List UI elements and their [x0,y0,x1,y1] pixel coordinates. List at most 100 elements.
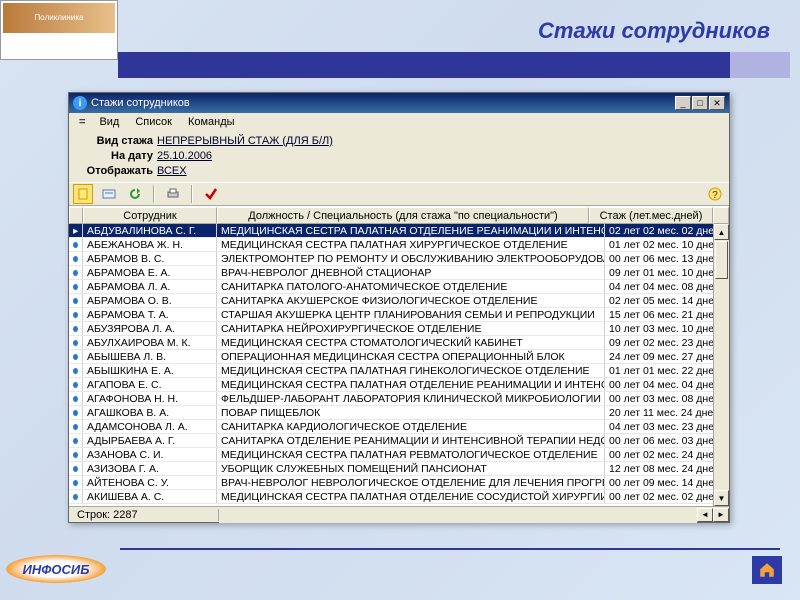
table-row[interactable]: АКИШЕВА А. С.МЕДИЦИНСКАЯ СЕСТРА ПАЛАТНАЯ… [69,490,729,504]
filters-panel: Вид стажа НЕПРЕРЫВНЫЙ СТАЖ (ДЛЯ Б/Л) На … [69,131,729,182]
scroll-down-button[interactable]: ▼ [714,490,729,506]
cell-position: САНИТАРКА ПАТОЛОГО-АНАТОМИЧЕСКОЕ ОТДЕЛЕН… [217,280,605,293]
cell-experience: 00 лет 06 мес. 03 дней [605,434,729,447]
table-row[interactable]: АБЫШКИНА Е. А.МЕДИЦИНСКАЯ СЕСТРА ПАЛАТНА… [69,364,729,378]
cell-employee: АБЫШКИНА Е. А. [83,364,217,377]
row-marker [69,420,83,433]
hscroll-right-button[interactable]: ► [713,508,729,522]
table-row[interactable]: АБРАМОВА Е. А.ВРАЧ-НЕВРОЛОГ ДНЕВНОЙ СТАЦ… [69,266,729,280]
menubar: = Вид Список Команды [69,113,729,131]
cell-experience: 24 лет 09 мес. 27 дней [605,350,729,363]
hscroll-track[interactable] [219,507,697,523]
row-marker [69,490,83,503]
row-count-label: Строк: [77,509,110,521]
table-row[interactable]: АБРАМОВА Л. А.САНИТАРКА ПАТОЛОГО-АНАТОМИ… [69,280,729,294]
row-marker [69,476,83,489]
page-title: Стажи сотрудников [538,18,770,44]
cell-position: СТАРШАЯ АКУШЕРКА ЦЕНТР ПЛАНИРОВАНИЯ СЕМЬ… [217,308,605,321]
table-row[interactable]: АБРАМОВ В. С.ЭЛЕКТРОМОНТЕР ПО РЕМОНТУ И … [69,252,729,266]
table-row[interactable]: АГАФОНОВА Н. Н.ФЕЛЬДШЕР-ЛАБОРАНТ ЛАБОРАТ… [69,392,729,406]
table-row[interactable]: АЗИЗОВА Г. А.УБОРЩИК СЛУЖЕБНЫХ ПОМЕЩЕНИЙ… [69,462,729,476]
table-row[interactable]: АДАМСОНОВА Л. А.САНИТАРКА КАРДИОЛОГИЧЕСК… [69,420,729,434]
cell-position: МЕДИЦИНСКАЯ СЕСТРА ПАЛАТНАЯ РЕВМАТОЛОГИЧ… [217,448,605,461]
toolbar-print-button[interactable] [163,184,183,204]
toolbar: ? [69,182,729,206]
cell-experience: 09 лет 01 мес. 10 дней [605,266,729,279]
table-row[interactable]: АБРАМОВА Т. А.СТАРШАЯ АКУШЕРКА ЦЕНТР ПЛА… [69,308,729,322]
scroll-thumb[interactable] [715,241,728,279]
table-row[interactable]: АБУЛХАИРОВА М. К.МЕДИЦИНСКАЯ СЕСТРА СТОМ… [69,336,729,350]
minimize-button[interactable]: _ [675,96,691,110]
table-row[interactable]: АБЕЖАНОВА Ж. Н.МЕДИЦИНСКАЯ СЕСТРА ПАЛАТН… [69,238,729,252]
filter-show-value[interactable]: ВСЕХ [157,165,187,177]
vertical-scrollbar[interactable]: ▲ ▼ [713,224,729,506]
row-marker [69,238,83,251]
toolbar-refresh-button[interactable] [125,184,145,204]
footer-brand-text: ИНФОСИБ [6,555,106,583]
close-button[interactable]: ✕ [709,96,725,110]
col-experience[interactable]: Стаж (лет.мес.дней) [589,207,713,224]
cell-experience: 00 лет 02 мес. 02 дней [605,490,729,503]
toolbar-card-button[interactable] [99,184,119,204]
grid-header: Сотрудник Должность / Специальность (для… [69,206,729,224]
cell-employee: АБДУВАЛИНОВА С. Г. [83,224,217,237]
col-employee[interactable]: Сотрудник [83,207,217,224]
table-row[interactable]: АДЫРБАЕВА А. Г.САНИТАРКА ОТДЕЛЕНИЕ РЕАНИ… [69,434,729,448]
row-marker [69,406,83,419]
cell-position: МЕДИЦИНСКАЯ СЕСТРА ПАЛАТНАЯ ОТДЕЛЕНИЕ РЕ… [217,224,605,237]
cell-experience: 04 лет 04 мес. 08 дней [605,280,729,293]
hscroll-left-button[interactable]: ◄ [697,508,713,522]
cell-position: САНИТАРКА ОТДЕЛЕНИЕ РЕАНИМАЦИИ И ИНТЕНСИ… [217,434,605,447]
col-scroll-corner [713,207,729,224]
table-row[interactable]: АБРАМОВА О. В.САНИТАРКА АКУШЕРСКОЕ ФИЗИО… [69,294,729,308]
cell-employee: АЙТЕНОВА С. У. [83,476,217,489]
menu-view[interactable]: Вид [91,115,127,129]
row-marker [69,462,83,475]
table-row[interactable]: АБЫШЕВА Л. В.ОПЕРАЦИОННАЯ МЕДИЦИНСКАЯ СЕ… [69,350,729,364]
titlebar[interactable]: i Стажи сотрудников _ □ ✕ [69,93,729,113]
toolbar-separator [153,185,155,203]
row-marker [69,308,83,321]
table-row[interactable]: АБУЗЯРОВА Л. А.САНИТАРКА НЕЙРОХИРУРГИЧЕС… [69,322,729,336]
filter-show-label: Отображать [79,165,157,177]
footer-divider [120,548,780,550]
menu-list[interactable]: Список [127,115,180,129]
cell-employee: АБУЗЯРОВА Л. А. [83,322,217,335]
row-marker [69,392,83,405]
cell-employee: АБРАМОВА Е. А. [83,266,217,279]
cell-employee: АБУЛХАИРОВА М. К. [83,336,217,349]
home-button[interactable] [752,556,782,584]
menu-dash[interactable]: = [73,115,91,129]
titlebar-text: Стажи сотрудников [91,97,675,109]
cell-experience: 00 лет 02 мес. 24 дней [605,448,729,461]
cell-employee: АБЫШЕВА Л. В. [83,350,217,363]
cell-employee: АЗАНОВА С. И. [83,448,217,461]
toolbar-check-button[interactable] [201,184,221,204]
cell-experience: 15 лет 06 мес. 21 дней [605,308,729,321]
cell-experience: 12 лет 08 мес. 24 дней [605,462,729,475]
cell-experience: 10 лет 03 мес. 10 дней [605,322,729,335]
toolbar-help-button[interactable]: ? [705,184,725,204]
row-count-value: 2287 [113,509,137,521]
table-row[interactable]: АГАПОВА Е. С.МЕДИЦИНСКАЯ СЕСТРА ПАЛАТНАЯ… [69,378,729,392]
table-row[interactable]: АЙТЕНОВА С. У.ВРАЧ-НЕВРОЛОГ НЕВРОЛОГИЧЕС… [69,476,729,490]
cell-employee: АБРАМОВ В. С. [83,252,217,265]
filter-date-value[interactable]: 25.10.2006 [157,150,212,162]
row-marker [69,322,83,335]
cell-employee: АБЕЖАНОВА Ж. Н. [83,238,217,251]
col-marker[interactable] [69,207,83,224]
menu-commands[interactable]: Команды [180,115,243,129]
table-row[interactable]: АЗАНОВА С. И.МЕДИЦИНСКАЯ СЕСТРА ПАЛАТНАЯ… [69,448,729,462]
scroll-up-button[interactable]: ▲ [714,224,729,240]
col-position[interactable]: Должность / Специальность (для стажа "по… [217,207,589,224]
filter-kind-value[interactable]: НЕПРЕРЫВНЫЙ СТАЖ (ДЛЯ Б/Л) [157,135,333,147]
maximize-button[interactable]: □ [692,96,708,110]
svg-text:?: ? [712,190,718,201]
cell-employee: АГАФОНОВА Н. Н. [83,392,217,405]
cell-position: МЕДИЦИНСКАЯ СЕСТРА ПАЛАТНАЯ ОТДЕЛЕНИЕ РЕ… [217,378,605,391]
row-count: Строк: 2287 [69,509,219,521]
table-row[interactable]: ▸АБДУВАЛИНОВА С. Г.МЕДИЦИНСКАЯ СЕСТРА ПА… [69,224,729,238]
row-marker [69,252,83,265]
table-row[interactable]: АГАШКОВА В. А.ПОВАР ПИЩЕБЛОК20 лет 11 ме… [69,406,729,420]
toolbar-highlight-button[interactable] [73,184,93,204]
